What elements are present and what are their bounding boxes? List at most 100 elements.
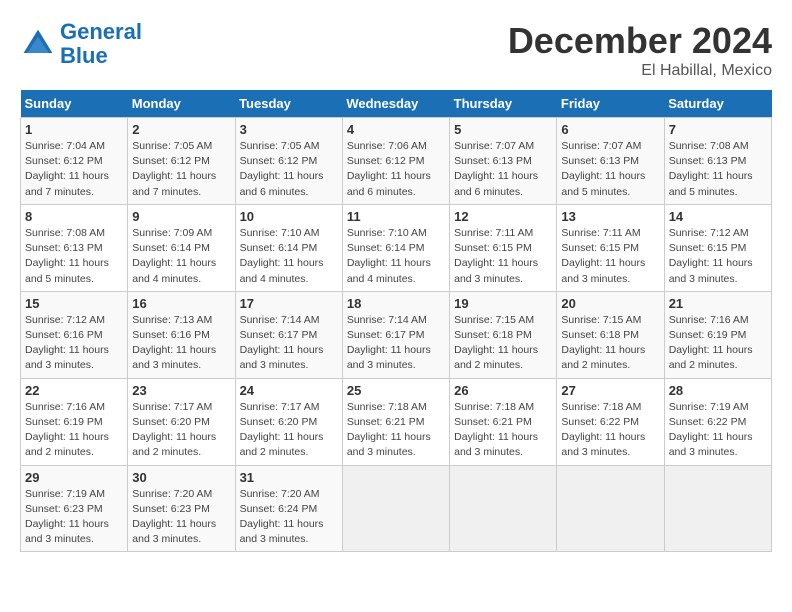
day-info: Sunrise: 7:09 AMSunset: 6:14 PMDaylight:… — [132, 226, 230, 287]
day-number: 31 — [240, 470, 338, 485]
day-number: 3 — [240, 122, 338, 137]
calendar-table: SundayMondayTuesdayWednesdayThursdayFrid… — [20, 90, 772, 552]
day-header-friday: Friday — [557, 90, 664, 118]
calendar-cell: 27 Sunrise: 7:18 AMSunset: 6:22 PMDayligh… — [557, 378, 664, 465]
day-info: Sunrise: 7:15 AMSunset: 6:18 PMDaylight:… — [561, 313, 659, 374]
day-number: 12 — [454, 209, 552, 224]
day-number: 10 — [240, 209, 338, 224]
calendar-cell: 11Sunrise: 7:10 AMSunset: 6:14 PMDayligh… — [342, 204, 449, 291]
location: El Habillal, Mexico — [508, 62, 772, 80]
page-header: General Blue December 2024 El Habillal, … — [20, 20, 772, 80]
day-number: 6 — [561, 122, 659, 137]
day-number: 13 — [561, 209, 659, 224]
calendar-cell: 7 Sunrise: 7:08 AMSunset: 6:13 PMDaylight… — [664, 118, 771, 205]
day-number: 23 — [132, 383, 230, 398]
day-header-saturday: Saturday — [664, 90, 771, 118]
month-title: December 2024 — [508, 20, 772, 62]
day-info: Sunrise: 7:07 AMSunset: 6:13 PMDaylight:… — [454, 139, 552, 200]
day-number: 16 — [132, 296, 230, 311]
day-number: 11 — [347, 209, 445, 224]
day-number: 15 — [25, 296, 123, 311]
day-number: 18 — [347, 296, 445, 311]
day-info: Sunrise: 7:18 AMSunset: 6:21 PMDaylight:… — [347, 400, 445, 461]
day-number: 24 — [240, 383, 338, 398]
calendar-cell: 15 Sunrise: 7:12 AMSunset: 6:16 PMDayligh… — [21, 291, 128, 378]
day-number: 7 — [669, 122, 767, 137]
day-number: 8 — [25, 209, 123, 224]
calendar-cell: 12 Sunrise: 7:11 AMSunset: 6:15 PMDayligh… — [450, 204, 557, 291]
calendar-week-row: 15 Sunrise: 7:12 AMSunset: 6:16 PMDayligh… — [21, 291, 772, 378]
day-number: 30 — [132, 470, 230, 485]
calendar-cell: 25 Sunrise: 7:18 AMSunset: 6:21 PMDayligh… — [342, 378, 449, 465]
day-number: 17 — [240, 296, 338, 311]
day-info: Sunrise: 7:17 AMSunset: 6:20 PMDaylight:… — [240, 400, 338, 461]
day-info: Sunrise: 7:13 AMSunset: 6:16 PMDaylight:… — [132, 313, 230, 374]
day-info: Sunrise: 7:12 AMSunset: 6:16 PMDaylight:… — [25, 313, 123, 374]
calendar-week-row: 22 Sunrise: 7:16 AMSunset: 6:19 PMDayligh… — [21, 378, 772, 465]
day-info: Sunrise: 7:08 AMSunset: 6:13 PMDaylight:… — [25, 226, 123, 287]
calendar-cell — [557, 465, 664, 552]
calendar-week-row: 29 Sunrise: 7:19 AMSunset: 6:23 PMDayligh… — [21, 465, 772, 552]
calendar-cell — [342, 465, 449, 552]
day-header-tuesday: Tuesday — [235, 90, 342, 118]
day-info: Sunrise: 7:04 AMSunset: 6:12 PMDaylight:… — [25, 139, 123, 200]
day-number: 25 — [347, 383, 445, 398]
calendar-cell: 5 Sunrise: 7:07 AMSunset: 6:13 PMDaylight… — [450, 118, 557, 205]
day-info: Sunrise: 7:06 AMSunset: 6:12 PMDaylight:… — [347, 139, 445, 200]
day-info: Sunrise: 7:19 AMSunset: 6:22 PMDaylight:… — [669, 400, 767, 461]
day-number: 27 — [561, 383, 659, 398]
calendar-cell: 14 Sunrise: 7:12 AMSunset: 6:15 PMDayligh… — [664, 204, 771, 291]
day-header-monday: Monday — [128, 90, 235, 118]
day-number: 19 — [454, 296, 552, 311]
day-number: 5 — [454, 122, 552, 137]
day-info: Sunrise: 7:16 AMSunset: 6:19 PMDaylight:… — [25, 400, 123, 461]
day-info: Sunrise: 7:16 AMSunset: 6:19 PMDaylight:… — [669, 313, 767, 374]
day-info: Sunrise: 7:11 AMSunset: 6:15 PMDaylight:… — [454, 226, 552, 287]
day-header-wednesday: Wednesday — [342, 90, 449, 118]
day-info: Sunrise: 7:19 AMSunset: 6:23 PMDaylight:… — [25, 487, 123, 548]
day-number: 2 — [132, 122, 230, 137]
calendar-cell: 30Sunrise: 7:20 AMSunset: 6:23 PMDayligh… — [128, 465, 235, 552]
day-number: 14 — [669, 209, 767, 224]
calendar-cell: 26 Sunrise: 7:18 AMSunset: 6:21 PMDayligh… — [450, 378, 557, 465]
day-info: Sunrise: 7:14 AMSunset: 6:17 PMDaylight:… — [347, 313, 445, 374]
day-header-thursday: Thursday — [450, 90, 557, 118]
day-number: 9 — [132, 209, 230, 224]
day-number: 29 — [25, 470, 123, 485]
calendar-cell: 19 Sunrise: 7:15 AMSunset: 6:18 PMDayligh… — [450, 291, 557, 378]
day-number: 21 — [669, 296, 767, 311]
day-number: 28 — [669, 383, 767, 398]
logo-line1: General — [60, 19, 142, 44]
day-info: Sunrise: 7:18 AMSunset: 6:21 PMDaylight:… — [454, 400, 552, 461]
day-number: 22 — [25, 383, 123, 398]
logo-icon — [20, 26, 56, 62]
calendar-cell: 18 Sunrise: 7:14 AMSunset: 6:17 PMDayligh… — [342, 291, 449, 378]
calendar-cell: 29 Sunrise: 7:19 AMSunset: 6:23 PMDayligh… — [21, 465, 128, 552]
calendar-week-row: 8 Sunrise: 7:08 AMSunset: 6:13 PMDaylight… — [21, 204, 772, 291]
day-info: Sunrise: 7:11 AMSunset: 6:15 PMDaylight:… — [561, 226, 659, 287]
calendar-cell: 2Sunrise: 7:05 AMSunset: 6:12 PMDaylight… — [128, 118, 235, 205]
day-number: 1 — [25, 122, 123, 137]
calendar-cell — [450, 465, 557, 552]
logo: General Blue — [20, 20, 142, 68]
calendar-cell: 20 Sunrise: 7:15 AMSunset: 6:18 PMDayligh… — [557, 291, 664, 378]
day-number: 4 — [347, 122, 445, 137]
calendar-cell: 8 Sunrise: 7:08 AMSunset: 6:13 PMDaylight… — [21, 204, 128, 291]
day-info: Sunrise: 7:15 AMSunset: 6:18 PMDaylight:… — [454, 313, 552, 374]
day-number: 20 — [561, 296, 659, 311]
day-info: Sunrise: 7:18 AMSunset: 6:22 PMDaylight:… — [561, 400, 659, 461]
calendar-cell: 13 Sunrise: 7:11 AMSunset: 6:15 PMDayligh… — [557, 204, 664, 291]
logo-line2: Blue — [60, 43, 108, 68]
calendar-cell: 17 Sunrise: 7:14 AMSunset: 6:17 PMDayligh… — [235, 291, 342, 378]
title-block: December 2024 El Habillal, Mexico — [508, 20, 772, 80]
calendar-cell — [664, 465, 771, 552]
calendar-header-row: SundayMondayTuesdayWednesdayThursdayFrid… — [21, 90, 772, 118]
calendar-cell: 28 Sunrise: 7:19 AMSunset: 6:22 PMDayligh… — [664, 378, 771, 465]
calendar-cell: 23Sunrise: 7:17 AMSunset: 6:20 PMDayligh… — [128, 378, 235, 465]
day-info: Sunrise: 7:12 AMSunset: 6:15 PMDaylight:… — [669, 226, 767, 287]
calendar-cell: 22 Sunrise: 7:16 AMSunset: 6:19 PMDayligh… — [21, 378, 128, 465]
day-number: 26 — [454, 383, 552, 398]
day-info: Sunrise: 7:08 AMSunset: 6:13 PMDaylight:… — [669, 139, 767, 200]
day-info: Sunrise: 7:14 AMSunset: 6:17 PMDaylight:… — [240, 313, 338, 374]
calendar-cell: 3Sunrise: 7:05 AMSunset: 6:12 PMDaylight… — [235, 118, 342, 205]
